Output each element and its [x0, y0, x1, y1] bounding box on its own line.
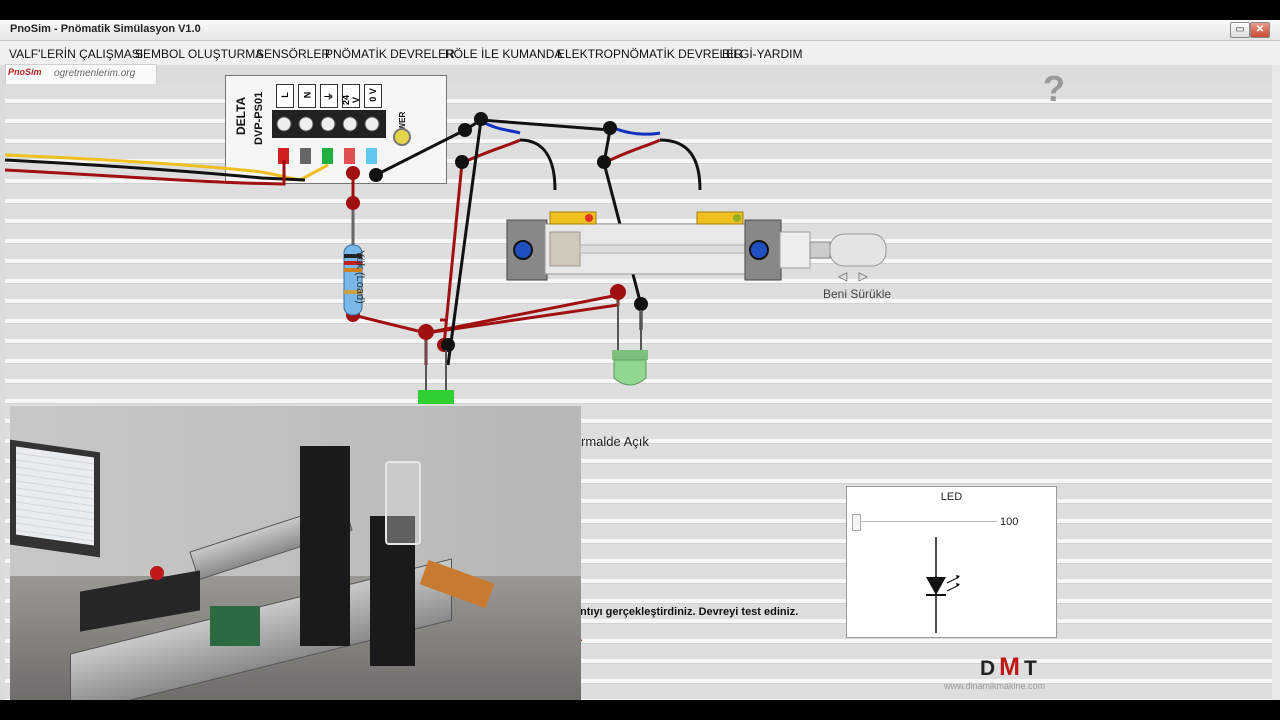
led-panel: LED 100	[846, 486, 1057, 638]
app-window: PnoSim - Pnömatik Simülasyon V1.0 ▭ ✕ VA…	[0, 20, 1280, 700]
green-lamp-right	[612, 300, 648, 386]
laptop-image	[10, 439, 100, 558]
dmt-logo: DMT	[980, 653, 1041, 681]
drag-label: Beni Sürükle	[823, 287, 892, 301]
pneumatic-cylinder[interactable]	[506, 219, 887, 281]
load-label: Yük (Load)	[354, 250, 366, 304]
dmt-url: www.dinamikmakine.com	[944, 681, 1046, 691]
power-led-icon	[393, 128, 411, 146]
drag-arrows-icon[interactable]: ◁ ▷	[838, 269, 872, 283]
task-instruction: ntıyı gerçekleştirdiniz. Devreyi test ed…	[580, 606, 799, 618]
sensor-right-led-icon	[733, 214, 741, 222]
normally-open-label: rmalde Açık	[581, 434, 649, 449]
sensor-left-led-icon	[585, 214, 593, 222]
camera-video-overlay	[10, 406, 581, 700]
led-symbol-icon	[926, 537, 960, 633]
terminal-screws	[272, 110, 386, 164]
